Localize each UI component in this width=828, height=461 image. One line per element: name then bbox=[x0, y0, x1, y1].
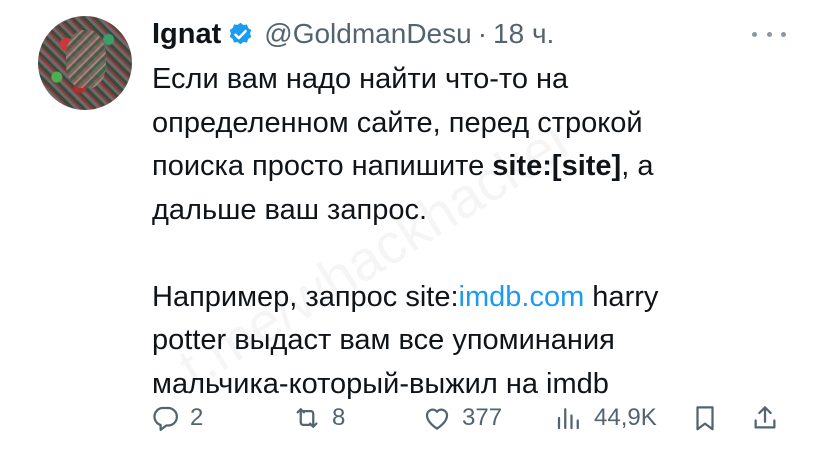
imdb-link[interactable]: imdb.com bbox=[459, 281, 585, 313]
separator-dot: · bbox=[477, 18, 488, 49]
more-icon[interactable] bbox=[752, 24, 786, 44]
retweet-count: 8 bbox=[332, 404, 346, 431]
bold-site-operator: site:[site] bbox=[492, 150, 622, 182]
reply-count: 2 bbox=[190, 404, 204, 431]
views-count: 44,9K bbox=[594, 404, 657, 431]
like-count: 377 bbox=[462, 404, 503, 431]
author-name[interactable]: Ignat bbox=[152, 18, 221, 51]
author-handle[interactable]: @GoldmanDesu bbox=[264, 18, 471, 50]
tweet-header: Ignat @GoldmanDesu · 18 ч. bbox=[152, 14, 554, 54]
bookmark-icon bbox=[696, 406, 714, 431]
text-line: поиска просто напишите site:[site], а bbox=[152, 145, 792, 189]
text-segment: поиска просто напишите bbox=[152, 150, 493, 182]
text-segment: harry bbox=[584, 280, 659, 313]
tweet[interactable]: t.me/whackhacker Ignat @GoldmanDesu · 18… bbox=[0, 0, 828, 461]
avatar-face bbox=[66, 30, 106, 88]
text-segment: , а bbox=[621, 150, 654, 182]
more-dot bbox=[752, 31, 757, 37]
bookmark-button[interactable] bbox=[690, 396, 720, 440]
retweet-button[interactable]: 8 bbox=[292, 396, 345, 440]
text-segment: Например, запрос site: bbox=[152, 280, 459, 313]
reply-icon bbox=[153, 406, 178, 431]
like-button[interactable]: 377 bbox=[422, 396, 502, 440]
verified-icon bbox=[227, 21, 254, 48]
retweet-icon bbox=[296, 408, 318, 428]
share-button[interactable] bbox=[750, 396, 780, 440]
views-button[interactable]: 44,9K bbox=[554, 396, 657, 440]
tweet-time[interactable]: 18 ч. bbox=[493, 18, 554, 50]
text-line: дальше ваш запрос. bbox=[152, 193, 428, 226]
text-line: potter выдаст вам все упоминания bbox=[152, 324, 615, 356]
reply-button[interactable]: 2 bbox=[150, 396, 203, 440]
avatar[interactable] bbox=[38, 16, 132, 110]
share-icon bbox=[754, 406, 776, 429]
tweet-text: Если вам надо найти что-то на определенн… bbox=[152, 58, 792, 406]
text-line: Если вам надо найти что-то на bbox=[152, 63, 569, 95]
text-line: Например, запрос site:imdb.com harry bbox=[152, 276, 792, 320]
views-icon bbox=[557, 408, 579, 430]
action-bar: 2 8 377 44,9K bbox=[150, 396, 790, 440]
text-line: определенном сайте, перед строкой bbox=[152, 106, 643, 139]
like-icon bbox=[425, 408, 449, 430]
more-dot bbox=[781, 31, 786, 37]
more-dot bbox=[766, 31, 772, 37]
